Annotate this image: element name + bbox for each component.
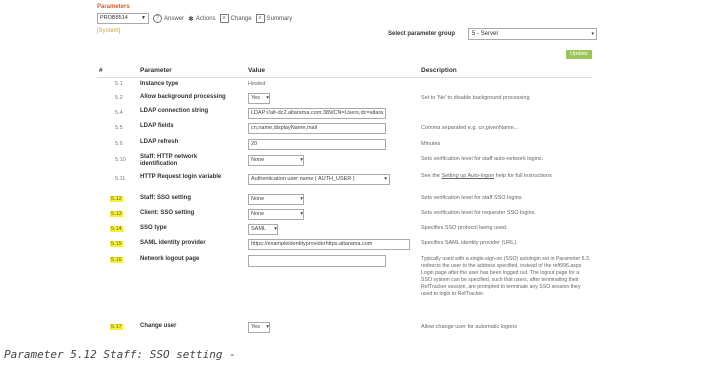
description-prefix: See the — [421, 173, 442, 179]
setting-up-auto-logon-link[interactable]: Setting up Auto-logon — [442, 173, 495, 179]
staff-http-network-select[interactable]: None ▾ — [248, 155, 304, 166]
parameter-description: Allow change user for automatic logons — [421, 324, 517, 330]
row-number: 5.16 — [110, 257, 123, 263]
actions-label: Actions — [195, 15, 216, 22]
parameter-name: LDAP connection string — [140, 108, 209, 114]
change-icon: ≡ — [219, 14, 229, 23]
parameter-name: Staff: SSO setting — [140, 195, 192, 201]
change-label: Change — [230, 15, 252, 22]
description-suffix: help for full instructions — [494, 173, 552, 179]
client-sso-select[interactable]: None ▾ — [248, 209, 304, 220]
chevron-down-icon: ▾ — [591, 31, 594, 37]
network-logout-page-input[interactable] — [248, 255, 386, 267]
figure-caption: Parameter 5.12 Staff: SSO setting - — [4, 348, 236, 361]
row-number: 5.1 — [115, 81, 123, 87]
parameter-name: Change user — [140, 323, 177, 329]
ldap-connection-input[interactable]: LDAP://alt-dc2.altarama.com:389/CN=Users… — [248, 108, 386, 119]
select-value: None — [251, 157, 265, 163]
select-value: None — [251, 211, 265, 217]
chevron-down-icon: ▾ — [300, 157, 303, 163]
row-number: 5.5 — [115, 125, 123, 131]
parameter-group-value: 5 - Server — [472, 31, 499, 37]
row-number: 5.17 — [110, 324, 123, 330]
parameter-name: Staff: HTTP network identification — [140, 154, 198, 167]
change-button[interactable]: ≡ Change — [219, 14, 252, 23]
parameter-description: Specifies SAML identity provider (URL). — [421, 240, 518, 246]
parameter-name: Allow background processing — [140, 94, 226, 100]
screenshot-panel: Parameters PROB8514 ▼ ? Answer ✱ Actions… — [88, 0, 598, 340]
chevron-down-icon: ▾ — [300, 211, 303, 217]
chevron-down-icon: ▾ — [274, 226, 277, 232]
parameter-name: LDAP refresh — [140, 139, 179, 145]
row-number: 5.4 — [115, 110, 123, 116]
staff-sso-select[interactable]: None ▾ — [248, 194, 304, 205]
select-value: Authentication user name ( AUTH_USER ) — [251, 176, 355, 182]
chevron-down-icon: ▾ — [384, 176, 387, 182]
row-number: 5.15 — [110, 241, 123, 247]
parameter-value: Hosted — [248, 81, 266, 87]
row-number: 5.10 — [115, 157, 126, 163]
change-user-select[interactable]: Yes ▾ — [248, 322, 270, 333]
update-button[interactable]: Update — [566, 50, 592, 59]
header-divider — [97, 77, 592, 78]
chevron-down-icon: ▾ — [266, 95, 269, 101]
saml-identity-provider-input[interactable]: https://exampleidentityproviderhttps.alt… — [248, 239, 410, 250]
row-number: 5.14 — [110, 226, 123, 232]
row-number: 5.11 — [115, 176, 126, 182]
row-number: 5.12 — [110, 196, 123, 202]
summary-button[interactable]: ≡ Summary — [255, 14, 293, 23]
chevron-down-icon: ▼ — [141, 15, 146, 21]
column-header-parameter: Parameter — [140, 67, 172, 74]
parameter-group-label: Select parameter group — [388, 31, 456, 37]
parameter-name: LDAP fields — [140, 123, 174, 129]
parameter-name: Network logout page — [140, 256, 200, 262]
select-value: Yes — [251, 95, 260, 101]
parameter-name: Instance type — [140, 81, 179, 87]
parameter-description: Specifies SSO protocol being used. — [421, 225, 508, 231]
summary-label: Summary — [266, 15, 293, 22]
parameter-description: See the Setting up Auto-logon help for f… — [421, 173, 591, 180]
record-select-value: PROB8514 — [100, 15, 128, 21]
column-header-number: # — [99, 67, 103, 74]
ldap-refresh-input[interactable]: 20 — [248, 139, 386, 150]
parameter-description: Sets verification level for staff auto-n… — [421, 156, 544, 162]
row-number: 5.6 — [115, 141, 123, 147]
parameter-name: SSO type — [140, 225, 167, 231]
parameter-description: Typically used with a single-sign-on (SS… — [421, 256, 591, 297]
row-number: 5.2 — [115, 95, 123, 101]
column-header-description: Description — [421, 67, 457, 74]
record-select[interactable]: PROB8514 ▼ — [97, 13, 149, 24]
http-login-variable-select[interactable]: Authentication user name ( AUTH_USER ) ▾ — [248, 174, 390, 185]
actions-icon: ✱ — [188, 15, 194, 23]
chevron-down-icon: ▾ — [300, 196, 303, 202]
system-tag: [System] — [97, 28, 121, 34]
select-value: Yes — [251, 324, 260, 330]
chevron-down-icon: ▾ — [266, 324, 269, 330]
section-title: Parameters — [97, 4, 130, 10]
select-value: None — [251, 196, 265, 202]
answer-icon: ? — [153, 14, 162, 23]
parameter-description: Minutes — [421, 141, 441, 147]
parameter-name: HTTP Request login variable — [140, 174, 222, 180]
sso-type-select[interactable]: SAML ▾ — [248, 224, 278, 235]
summary-icon: ≡ — [255, 14, 265, 23]
parameter-group-select[interactable]: 5 - Server ▾ — [468, 28, 597, 40]
select-value: SAML — [251, 226, 266, 232]
parameter-description: Comma separated e.g. cn,givenName... — [421, 125, 519, 131]
background-processing-select[interactable]: Yes ▾ — [248, 93, 270, 104]
row-number: 5.13 — [110, 211, 123, 217]
actions-button[interactable]: ✱ Actions — [188, 15, 216, 23]
answer-button[interactable]: ? Answer — [153, 14, 184, 23]
parameter-description: Set to 'No' to disable background proces… — [421, 95, 530, 101]
parameter-name: SAML identity provider — [140, 240, 206, 246]
parameter-description: Sets verification level for staff SSO lo… — [421, 195, 523, 201]
parameter-description: Sets verification level for requester SS… — [421, 210, 536, 216]
ldap-fields-input[interactable]: cn,name,displayName,mail — [248, 123, 386, 134]
column-header-value: Value — [248, 67, 265, 74]
parameter-name: Client: SSO setting — [140, 210, 195, 216]
answer-label: Answer — [164, 15, 185, 22]
toolbar: PROB8514 ▼ ? Answer ✱ Actions ≡ Change ≡… — [97, 12, 292, 25]
